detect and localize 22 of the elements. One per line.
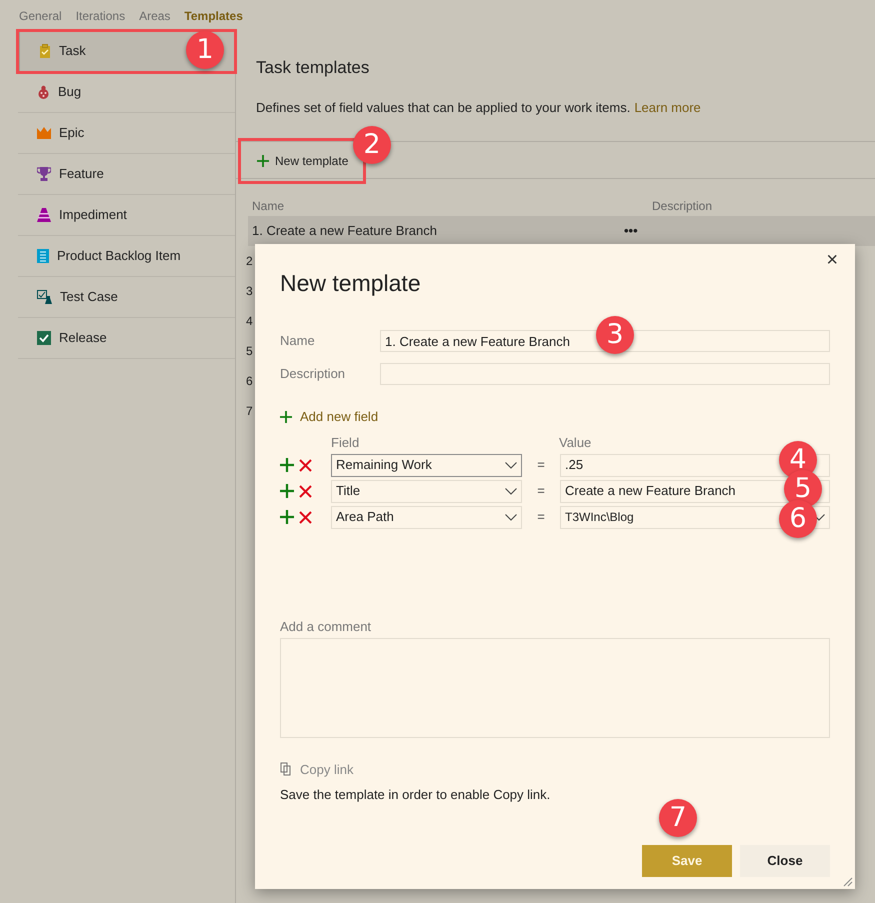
page-description: Defines set of field values that can be applied to your work items.	[256, 99, 630, 117]
template-name: 2	[246, 253, 254, 270]
copy-link-note: Save the template in order to enable Copy link.	[280, 786, 550, 804]
template-name: 4	[246, 313, 254, 330]
column-header: Description	[652, 198, 712, 215]
template-name: 6	[246, 373, 254, 390]
template-name: 1. Create a new Feature Branch	[252, 222, 438, 240]
dialog-title: New template	[280, 269, 421, 298]
equals-sign: =	[536, 482, 546, 500]
comment-label: Add a comment	[280, 618, 372, 636]
template-name: 7	[246, 403, 254, 420]
column-header: Field	[331, 434, 360, 452]
column-header: Value	[559, 434, 592, 452]
equals-sign: =	[536, 508, 546, 526]
template-name: 3	[246, 283, 254, 300]
field-label: Description	[280, 365, 346, 384]
column-header: Name	[252, 198, 286, 215]
equals-sign: =	[536, 456, 546, 474]
field-label: Name	[280, 332, 316, 350]
template-name: 5	[246, 343, 254, 360]
page-title: Task templates	[256, 57, 370, 79]
callout-tooltip: 2	[353, 126, 391, 164]
